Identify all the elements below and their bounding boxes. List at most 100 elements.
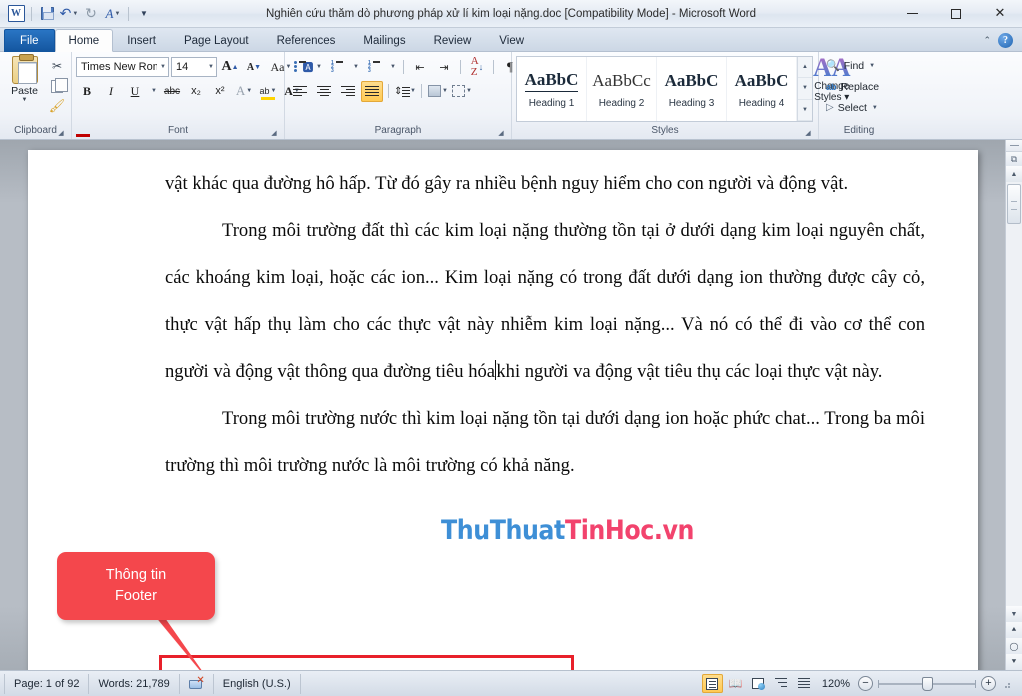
zoom-out-button[interactable]: − (858, 676, 873, 691)
replace-button[interactable]: ab Replace (823, 76, 895, 97)
redo-button[interactable]: ↻ (81, 4, 101, 24)
document-area[interactable]: vật khác qua đường hô hấp. Từ đó gây ra … (0, 140, 1022, 670)
maximize-button[interactable] (934, 0, 978, 27)
view-web-layout-button[interactable] (748, 674, 769, 693)
word-logo-button[interactable]: W (6, 4, 26, 24)
copy-button[interactable] (47, 77, 68, 95)
document-paragraph-1[interactable]: vật khác qua đường hô hấp. Từ đó gây ra … (165, 160, 925, 207)
tab-review[interactable]: Review (420, 29, 486, 52)
resize-grip[interactable] (1000, 678, 1012, 690)
justify-button[interactable] (361, 80, 383, 102)
scroll-track[interactable] (1006, 182, 1022, 606)
scroll-up-button[interactable]: ▲ (1006, 166, 1022, 182)
font-size-dropdown-icon[interactable]: ▼ (205, 64, 214, 70)
shading-button[interactable]: ▼ (427, 81, 449, 102)
vertical-scrollbar[interactable]: ⧉ ▲ ▼ ⯅ ◯ ⯆ (1005, 140, 1022, 670)
select-dropdown-icon[interactable]: ▼ (872, 105, 878, 111)
tab-insert[interactable]: Insert (113, 29, 170, 52)
zoom-slider-thumb[interactable] (922, 677, 933, 691)
style-heading-3[interactable]: AaBbC Heading 3 (657, 57, 727, 121)
styles-scroll-up-button[interactable]: ▲ (798, 57, 812, 79)
paste-button[interactable]: Paste ▼ (4, 54, 45, 115)
status-word-count[interactable]: Words: 21,789 (89, 673, 180, 694)
superscript-button[interactable]: x² (209, 81, 231, 102)
italic-button[interactable]: I (100, 81, 122, 102)
increase-indent-button[interactable]: ⇥ (433, 57, 455, 78)
underline-dropdown-button[interactable]: ▼ (148, 81, 159, 102)
align-center-button[interactable] (313, 81, 335, 102)
line-spacing-button[interactable]: ⇕ ▼ (394, 81, 416, 102)
font-dialog-launcher[interactable]: ◢ (270, 130, 278, 138)
zoom-level-label[interactable]: 120% (816, 678, 858, 690)
format-button[interactable]: A ▼ (103, 4, 123, 24)
status-language[interactable]: English (U.S.) (214, 673, 301, 694)
customize-qat-button[interactable]: ▼ (134, 4, 154, 24)
subscript-button[interactable]: x₂ (185, 81, 207, 102)
zoom-slider[interactable] (878, 676, 976, 691)
help-button[interactable]: ? (998, 33, 1013, 48)
underline-button[interactable]: U (124, 81, 146, 102)
text-effects-button[interactable]: A ▼ (233, 81, 255, 102)
document-text[interactable]: vật khác qua đường hô hấp. Từ đó gây ra … (165, 160, 925, 489)
collapse-ribbon-icon[interactable]: ⌃ (983, 35, 991, 46)
select-browse-top-button[interactable]: ⧉ (1006, 152, 1022, 166)
cut-button[interactable]: ✂ (47, 57, 67, 75)
view-draft-button[interactable] (794, 674, 815, 693)
clipboard-dialog-launcher[interactable]: ◢ (57, 130, 65, 138)
style-heading-4[interactable]: AaBbC Heading 4 (727, 57, 797, 121)
font-name-dropdown-icon[interactable]: ▼ (157, 64, 166, 70)
split-window-handle[interactable] (1006, 140, 1022, 152)
save-button[interactable] (37, 4, 57, 24)
document-paragraph-2[interactable]: Trong môi trường đất thì các kim loại nặ… (165, 207, 925, 395)
status-page-indicator[interactable]: Page: 1 of 92 (4, 673, 90, 694)
align-right-button[interactable] (337, 81, 359, 102)
close-button[interactable]: ✕ (978, 0, 1022, 27)
select-browse-object-button[interactable]: ◯ (1006, 638, 1022, 654)
align-left-button[interactable] (289, 81, 311, 102)
scroll-down-button[interactable]: ▼ (1006, 606, 1022, 622)
grow-font-button[interactable]: A ▲ (219, 57, 241, 78)
sort-button[interactable]: A Z ↓ (466, 56, 488, 78)
decrease-indent-button[interactable]: ⇤ (409, 57, 431, 78)
undo-dropdown-icon[interactable]: ▼ (72, 11, 78, 17)
tab-file[interactable]: File (4, 29, 55, 52)
bullets-dropdown-button[interactable]: ▼ (313, 57, 324, 78)
style-heading-1[interactable]: AaBbC Heading 1 (517, 57, 587, 121)
paste-dropdown-icon[interactable]: ▼ (22, 97, 28, 103)
styles-more-button[interactable]: ▼ (798, 100, 812, 121)
shrink-font-button[interactable]: A ▼ (243, 57, 265, 78)
view-full-screen-reading-button[interactable]: 📖 (725, 674, 746, 693)
tab-home[interactable]: Home (54, 29, 114, 52)
borders-button[interactable]: ▼ (451, 81, 473, 102)
document-paragraph-3[interactable]: Trong môi trường nước thì kim loại nặng … (165, 395, 925, 489)
scroll-thumb[interactable] (1007, 184, 1021, 224)
undo-button[interactable]: ↶ ▼ (59, 4, 79, 24)
bullets-button[interactable] (289, 57, 311, 78)
status-proofing[interactable]: ✕ (180, 673, 214, 694)
select-button[interactable]: ▷ Select ▼ (823, 97, 895, 118)
minimize-button[interactable] (890, 0, 934, 27)
styles-gallery-scrollbar[interactable]: ▲ ▼ ▼ (797, 57, 812, 121)
previous-page-button[interactable]: ⯅ (1006, 622, 1022, 638)
next-page-button[interactable]: ⯆ (1006, 654, 1022, 670)
tab-references[interactable]: References (263, 29, 350, 52)
multilevel-list-button[interactable]: 123 (363, 57, 385, 78)
find-dropdown-icon[interactable]: ▼ (869, 63, 875, 69)
multilevel-dropdown-button[interactable]: ▼ (387, 57, 398, 78)
font-name-combo[interactable]: Times New Rom ▼ (76, 57, 169, 77)
numbering-dropdown-button[interactable]: ▼ (350, 57, 361, 78)
view-outline-button[interactable] (771, 674, 792, 693)
tab-view[interactable]: View (485, 29, 538, 52)
styles-dialog-launcher[interactable]: ◢ (804, 130, 812, 138)
numbering-button[interactable]: 123 (326, 57, 348, 78)
tab-page-layout[interactable]: Page Layout (170, 29, 263, 52)
bold-button[interactable]: B (76, 81, 98, 102)
view-print-layout-button[interactable] (701, 674, 723, 693)
format-painter-button[interactable]: 🖌 (47, 97, 67, 115)
paragraph-dialog-launcher[interactable]: ◢ (497, 130, 505, 138)
highlight-button[interactable]: ab ▼ (257, 81, 279, 102)
format-dropdown-icon[interactable]: ▼ (115, 11, 121, 17)
strikethrough-button[interactable]: abc (161, 81, 183, 102)
tab-mailings[interactable]: Mailings (349, 29, 419, 52)
style-heading-2[interactable]: AaBbCc Heading 2 (587, 57, 657, 121)
